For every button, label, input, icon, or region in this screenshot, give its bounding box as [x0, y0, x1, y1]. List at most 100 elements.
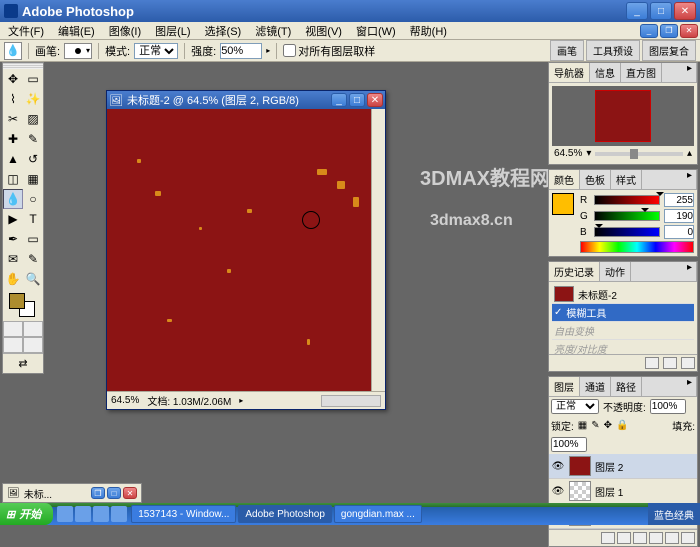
blur-tool[interactable]: 💧 [3, 189, 23, 209]
color-g-input[interactable] [664, 209, 694, 223]
layer-name[interactable]: 图层 1 [595, 484, 623, 499]
move-tool[interactable]: ✥ [3, 69, 23, 89]
new-layer-icon[interactable] [665, 532, 679, 544]
navigator-menu-icon[interactable]: ▸ [683, 63, 697, 82]
layer-visibility-icon[interactable]: 👁 [551, 461, 565, 472]
doc-close-button[interactable]: ✕ [680, 24, 698, 38]
crop-tool[interactable]: ✂ [3, 109, 23, 129]
tab-navigator[interactable]: 导航器 [549, 63, 590, 82]
layer-visibility-icon[interactable]: 👁 [551, 486, 565, 497]
opacity-input[interactable] [650, 399, 686, 414]
tab-swatches[interactable]: 色板 [580, 170, 611, 189]
history-menu-icon[interactable]: ▸ [683, 262, 697, 281]
lock-pixels-icon[interactable]: ✎ [591, 420, 599, 431]
menu-select[interactable]: 选择(S) [199, 22, 248, 40]
blur-tool-icon[interactable]: 💧 [4, 42, 22, 60]
shape-tool[interactable]: ▭ [23, 229, 43, 249]
healing-brush-tool[interactable]: ✚ [3, 129, 23, 149]
layer-style-icon[interactable] [601, 532, 615, 544]
menu-image[interactable]: 图像(I) [103, 22, 147, 40]
color-fg-swatch[interactable] [552, 193, 574, 215]
pen-tool[interactable]: ✒ [3, 229, 23, 249]
navigator-zoom-value[interactable]: 64.5% [554, 148, 582, 159]
history-state[interactable]: 亮度/对比度 [552, 340, 694, 354]
hand-tool[interactable]: ✋ [3, 269, 23, 289]
menu-edit[interactable]: 编辑(E) [52, 22, 101, 40]
jump-to-imageready[interactable]: ⇄ [3, 353, 43, 373]
doc-win-close[interactable]: ✕ [367, 93, 383, 107]
notes-tool[interactable]: ✉ [3, 249, 23, 269]
quicklaunch-icon[interactable] [111, 506, 127, 522]
layer-blend-mode-select[interactable]: 正常 [551, 399, 599, 414]
maximize-button[interactable]: □ [650, 2, 672, 20]
quickmask-mode-button[interactable] [23, 321, 43, 337]
doc-minimize-button[interactable]: _ [640, 24, 658, 38]
brush-picker[interactable]: ▾ [64, 43, 92, 59]
lock-transparency-icon[interactable]: ▦ [578, 420, 587, 431]
eyedropper-tool[interactable]: ✎ [23, 249, 43, 269]
screen-mode-full[interactable] [23, 337, 43, 353]
palette-well-brushes[interactable]: 画笔 [550, 40, 584, 61]
gradient-tool[interactable]: ▦ [23, 169, 43, 189]
history-snapshot[interactable]: 未标题-2 [552, 285, 694, 304]
color-r-input[interactable] [664, 193, 694, 207]
layer-row[interactable]: 👁 图层 2 [549, 454, 697, 479]
menu-layer[interactable]: 图层(L) [149, 22, 196, 40]
magic-wand-tool[interactable]: ✨ [23, 89, 43, 109]
navigator-zoom-slider[interactable] [595, 152, 683, 156]
mini-maximize-button[interactable]: □ [107, 487, 121, 499]
zoom-in-icon[interactable]: ▴ [687, 148, 692, 159]
mini-restore-button[interactable]: ❐ [91, 487, 105, 499]
color-b-input[interactable] [664, 225, 694, 239]
path-selection-tool[interactable]: ▶ [3, 209, 23, 229]
doc-win-minimize[interactable]: _ [331, 93, 347, 107]
tab-info[interactable]: 信息 [590, 63, 621, 82]
tab-color[interactable]: 颜色 [549, 170, 580, 189]
history-brush-tool[interactable]: ↺ [23, 149, 43, 169]
menu-filter[interactable]: 滤镜(T) [249, 22, 297, 40]
strength-input[interactable] [220, 43, 262, 59]
quicklaunch-icon[interactable] [75, 506, 91, 522]
new-snapshot-icon[interactable] [645, 357, 659, 369]
taskbar-task[interactable]: 1537143 - Window... [131, 505, 236, 523]
document-canvas[interactable] [107, 109, 371, 391]
layer-mask-icon[interactable] [617, 532, 631, 544]
quicklaunch-icon[interactable] [57, 506, 73, 522]
doc-win-maximize[interactable]: □ [349, 93, 365, 107]
tab-histogram[interactable]: 直方图 [621, 63, 662, 82]
standard-mode-button[interactable] [3, 321, 23, 337]
adjustment-layer-icon[interactable] [649, 532, 663, 544]
document-titlebar[interactable]: 🖼 未标题-2 @ 64.5% (图层 2, RGB/8) _ □ ✕ [107, 91, 385, 109]
fill-input[interactable] [551, 437, 587, 452]
menu-file[interactable]: 文件(F) [2, 22, 50, 40]
layer-thumbnail[interactable] [569, 456, 591, 476]
zoom-tool[interactable]: 🔍 [23, 269, 43, 289]
menu-window[interactable]: 窗口(W) [350, 22, 402, 40]
delete-state-icon[interactable] [681, 357, 695, 369]
doc-restore-button[interactable]: ❐ [660, 24, 678, 38]
type-tool[interactable]: T [23, 209, 43, 229]
color-r-slider[interactable] [594, 195, 660, 205]
dodge-tool[interactable]: ○ [23, 189, 43, 209]
zoom-out-icon[interactable]: ▾ [586, 148, 591, 159]
start-button[interactable]: ⊞ 开始 [0, 503, 53, 525]
color-g-slider[interactable] [594, 211, 660, 221]
mini-close-button[interactable]: ✕ [123, 487, 137, 499]
layer-name[interactable]: 图层 2 [595, 459, 623, 474]
tab-layers[interactable]: 图层 [549, 377, 580, 396]
blend-mode-select[interactable]: 正常 [134, 43, 178, 59]
menu-view[interactable]: 视图(V) [299, 22, 348, 40]
new-document-icon[interactable] [663, 357, 677, 369]
document-zoom-value[interactable]: 64.5% [111, 395, 139, 406]
minimize-button[interactable]: _ [626, 2, 648, 20]
close-button[interactable]: ✕ [674, 2, 696, 20]
lock-position-icon[interactable]: ✥ [604, 420, 612, 431]
tab-actions[interactable]: 动作 [600, 262, 631, 281]
statusbar-menu-icon[interactable]: ▸ [239, 396, 243, 405]
history-state[interactable]: ✓ 模糊工具 [552, 304, 694, 322]
color-menu-icon[interactable]: ▸ [683, 170, 697, 189]
new-set-icon[interactable] [633, 532, 647, 544]
clone-stamp-tool[interactable]: ▲ [3, 149, 23, 169]
layers-menu-icon[interactable]: ▸ [683, 377, 697, 396]
brush-tool[interactable]: ✎ [23, 129, 43, 149]
